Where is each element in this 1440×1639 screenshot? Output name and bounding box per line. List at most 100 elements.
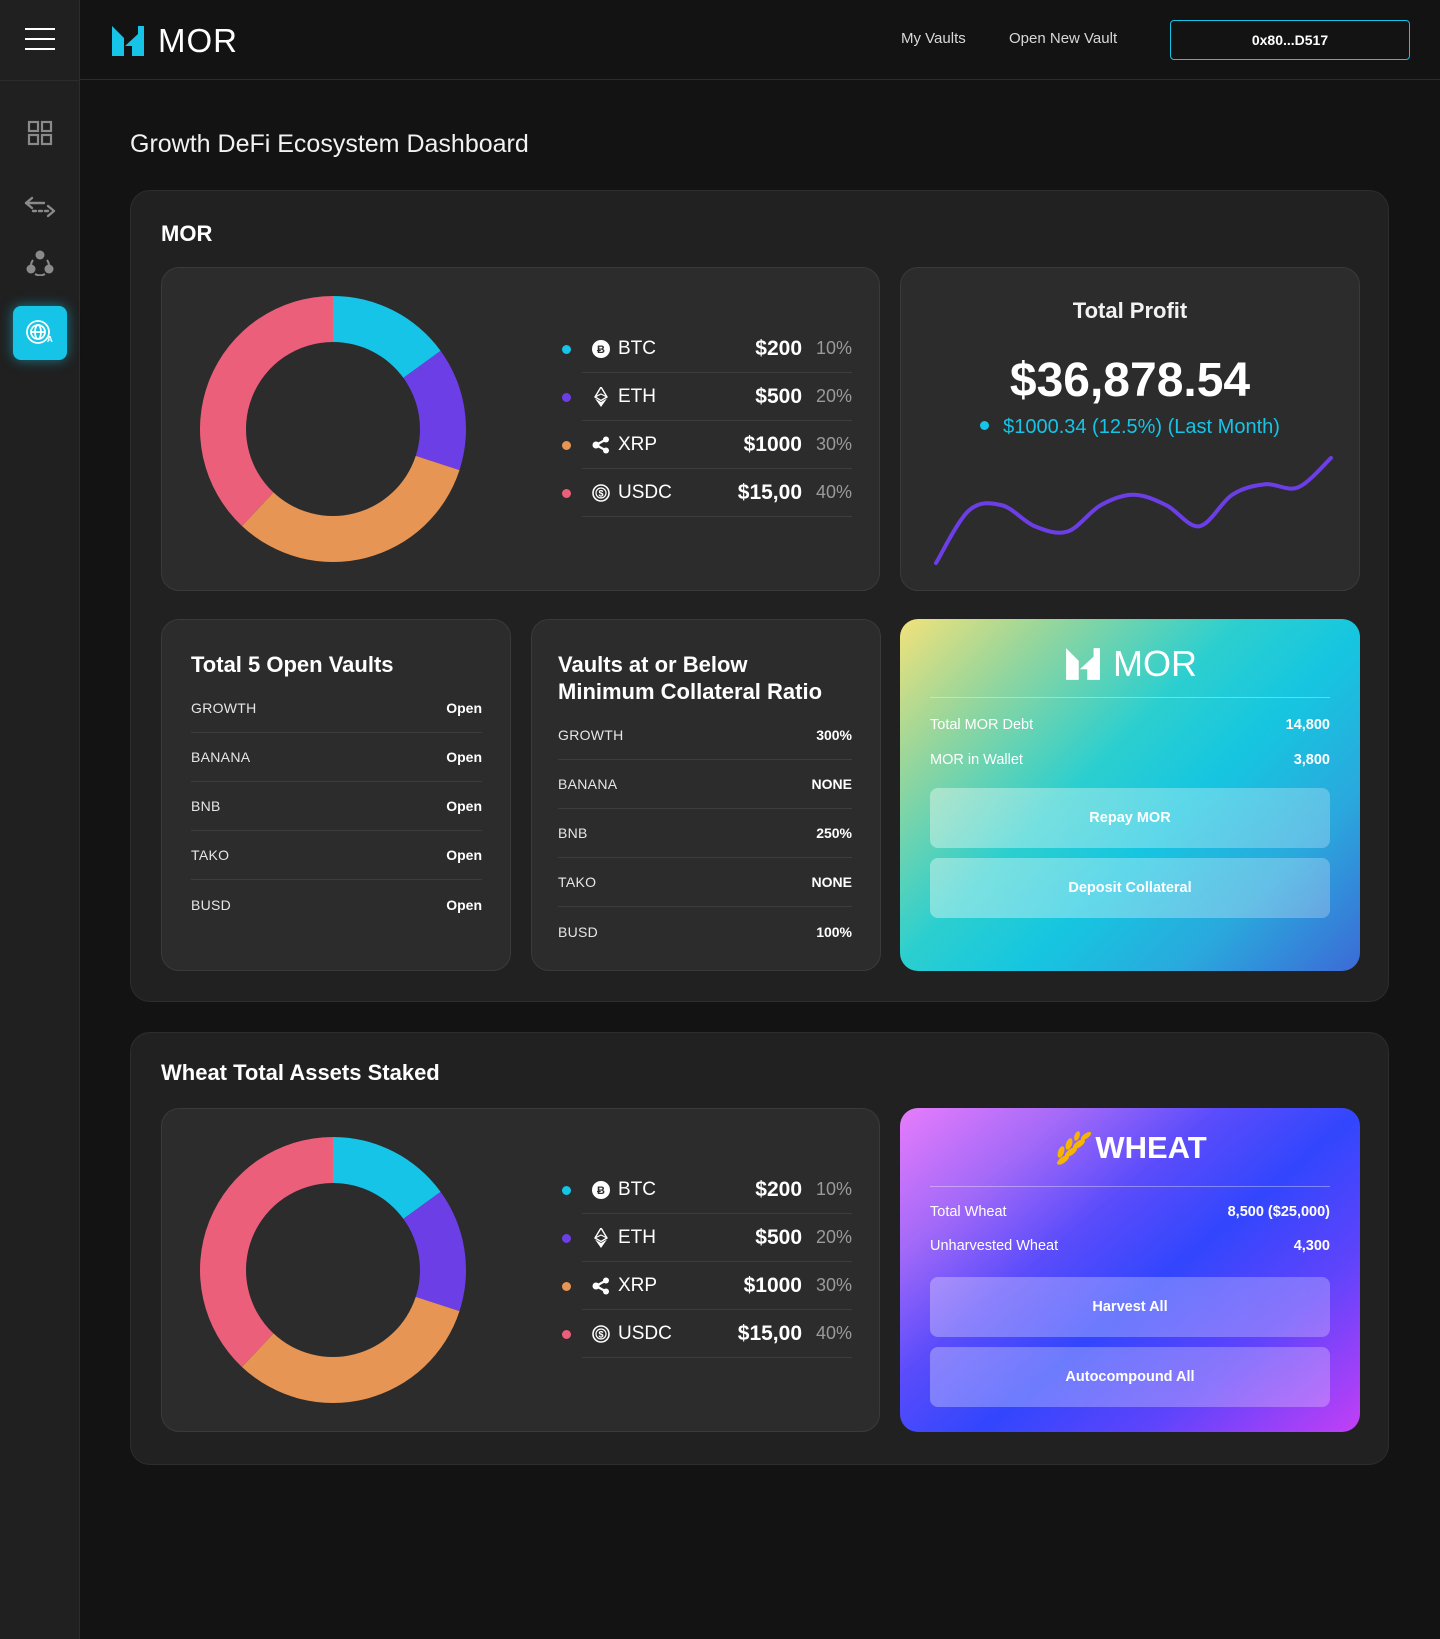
asset-symbol: XRP (618, 1274, 658, 1296)
bitcoin-icon: Ƀ (592, 339, 610, 358)
vault-name: GROWTH (558, 727, 624, 743)
min-collateral-title-line2: Minimum Collateral Ratio (558, 679, 823, 704)
vault-value: Open (446, 798, 482, 814)
list-item[interactable]: TAKO Open (191, 831, 482, 880)
nav-my-vaults[interactable]: My Vaults (901, 30, 966, 47)
open-vaults-list: GROWTH Open BANANA Open BNB Open TAKO Open BUSD O… (191, 684, 482, 929)
vault-value: 300% (816, 727, 852, 743)
nav-open-new-vault[interactable]: Open New Vault (1009, 30, 1117, 47)
row-value: 4,300 (1293, 1238, 1330, 1254)
asset-value: $15,00 (737, 1321, 802, 1345)
asset-percent: 10% (815, 1179, 852, 1199)
legend-row-btc: Ƀ BTC $200 10% (562, 1166, 852, 1214)
harvest-all-button[interactable]: Harvest All (930, 1277, 1330, 1337)
brand-logo[interactable]: MOR (110, 22, 238, 60)
wallet-address-button[interactable]: 0x80...D517 (1170, 20, 1410, 60)
list-item[interactable]: TAKO NONE (558, 858, 852, 907)
legend-color-dot (562, 1234, 571, 1243)
asset-symbol: USDC (618, 481, 672, 503)
sidebar-item-swap[interactable] (0, 187, 80, 227)
donut-slice-xrp (241, 1296, 460, 1403)
ethereum-icon (592, 1227, 610, 1248)
mor-section: MOR Ƀ BTC $200 10% ETH $500 20% XRP $1000 30% $ USD… (130, 190, 1389, 1002)
wheat-icon (1057, 1131, 1092, 1165)
donut-slice-usdc (200, 296, 333, 526)
sidebar-item-globe[interactable]: A (13, 306, 67, 360)
mor-logo-icon (112, 26, 144, 56)
sidebar-item-dashboard[interactable] (0, 113, 80, 153)
list-item[interactable]: GROWTH Open (191, 684, 482, 733)
row-label: Total MOR Debt (930, 717, 1034, 733)
list-item[interactable]: BANANA NONE (558, 760, 852, 809)
legend-row-xrp: XRP $1000 30% (562, 421, 852, 469)
svg-text:$: $ (598, 488, 603, 498)
mor-logo-icon (1066, 648, 1100, 680)
svg-text:Ƀ: Ƀ (597, 1185, 605, 1197)
asset-symbol: BTC (618, 337, 656, 359)
hamburger-line (25, 38, 55, 40)
mor-section-title: MOR (161, 221, 213, 246)
mor-asset-legend: Ƀ BTC $200 10% ETH $500 20% XRP $1000 30% $ USDC $15… (562, 325, 852, 517)
asset-percent: 10% (815, 338, 852, 358)
legend-row-eth: ETH $500 20% (562, 1214, 852, 1262)
asset-percent: 30% (815, 434, 852, 454)
list-item[interactable]: GROWTH 300% (558, 711, 852, 760)
autocompound-all-button[interactable]: Autocompound All (930, 1347, 1330, 1407)
asset-symbol: ETH (618, 1226, 656, 1248)
mor-summary-card: MOR Total MOR Debt 14,800 MOR in Wallet 3,… (900, 619, 1360, 971)
vault-name: GROWTH (191, 700, 257, 716)
wheat-donut-chart (200, 1137, 466, 1403)
asset-symbol: ETH (618, 385, 656, 407)
min-collateral-title: Vaults at or Below Minimum Collateral Ra… (558, 651, 822, 705)
legend-color-dot (562, 489, 571, 498)
asset-value: $1000 (743, 432, 802, 456)
list-item[interactable]: BNB Open (191, 782, 482, 831)
ethereum-icon (592, 386, 610, 407)
sidebar-item-network[interactable] (0, 243, 80, 283)
asset-symbol: BTC (618, 1178, 656, 1200)
vault-name: TAKO (558, 874, 597, 890)
profit-change: $1000.34 (12.5%) (Last Month) (901, 416, 1359, 439)
wheat-card-divider (930, 1186, 1330, 1187)
wheat-assets-card: Ƀ BTC $200 10% ETH $500 20% XRP $1000 30% $ USDC $15… (161, 1108, 880, 1432)
vault-value: NONE (811, 874, 852, 890)
profit-sparkline (934, 456, 1333, 565)
mor-wallet-row: MOR in Wallet 3,800 (930, 752, 1330, 768)
wheat-asset-legend: Ƀ BTC $200 10% ETH $500 20% XRP $1000 30% $ USDC $15… (562, 1166, 852, 1358)
vault-name: TAKO (191, 847, 230, 863)
asset-value: $200 (755, 336, 802, 360)
svg-text:Ƀ: Ƀ (597, 344, 605, 356)
row-value: 3,800 (1293, 752, 1330, 768)
vault-name: BUSD (558, 923, 599, 940)
min-collateral-title-line1: Vaults at or Below (558, 652, 748, 677)
row-value: 8,500 ($25,000) (1227, 1204, 1330, 1220)
row-label: MOR in Wallet (930, 752, 1023, 768)
legend-row-usdc: $ USDC $15,00 40% (562, 1310, 852, 1358)
asset-percent: 30% (815, 1275, 852, 1295)
mor-assets-card: Ƀ BTC $200 10% ETH $500 20% XRP $1000 30% $ USDC $15… (161, 267, 880, 591)
vault-name: BANANA (191, 749, 251, 765)
page-title: Growth DeFi Ecosystem Dashboard (130, 130, 529, 158)
asset-percent: 20% (815, 386, 852, 406)
list-item[interactable]: BUSD 100% (558, 907, 852, 956)
list-item[interactable]: BNB 250% (558, 809, 852, 858)
repay-mor-button[interactable]: Repay MOR (930, 788, 1330, 848)
legend-row-btc: Ƀ BTC $200 10% (562, 325, 852, 373)
donut-slice-xrp (241, 455, 460, 562)
deposit-collateral-button[interactable]: Deposit Collateral (930, 858, 1330, 918)
asset-percent: 40% (815, 482, 852, 502)
usdc-icon: $ (592, 483, 610, 502)
legend-color-dot (562, 345, 571, 354)
menu-toggle-button[interactable] (25, 28, 55, 50)
list-item[interactable]: BANANA Open (191, 733, 482, 782)
list-item[interactable]: BUSD Open (191, 880, 482, 929)
svg-text:A: A (47, 335, 53, 344)
mor-donut-chart (200, 296, 466, 562)
legend-row-usdc: $ USDC $15,00 40% (562, 469, 852, 517)
ripple-icon (592, 1277, 610, 1295)
mor-card-brand: MOR (1113, 643, 1197, 684)
asset-value: $200 (755, 1177, 802, 1201)
legend-color-dot (562, 441, 571, 450)
total-profit-card: Total Profit $36,878.54 $1000.34 (12.5%)… (900, 267, 1360, 591)
unharvested-wheat-row: Unharvested Wheat 4,300 (930, 1238, 1330, 1254)
